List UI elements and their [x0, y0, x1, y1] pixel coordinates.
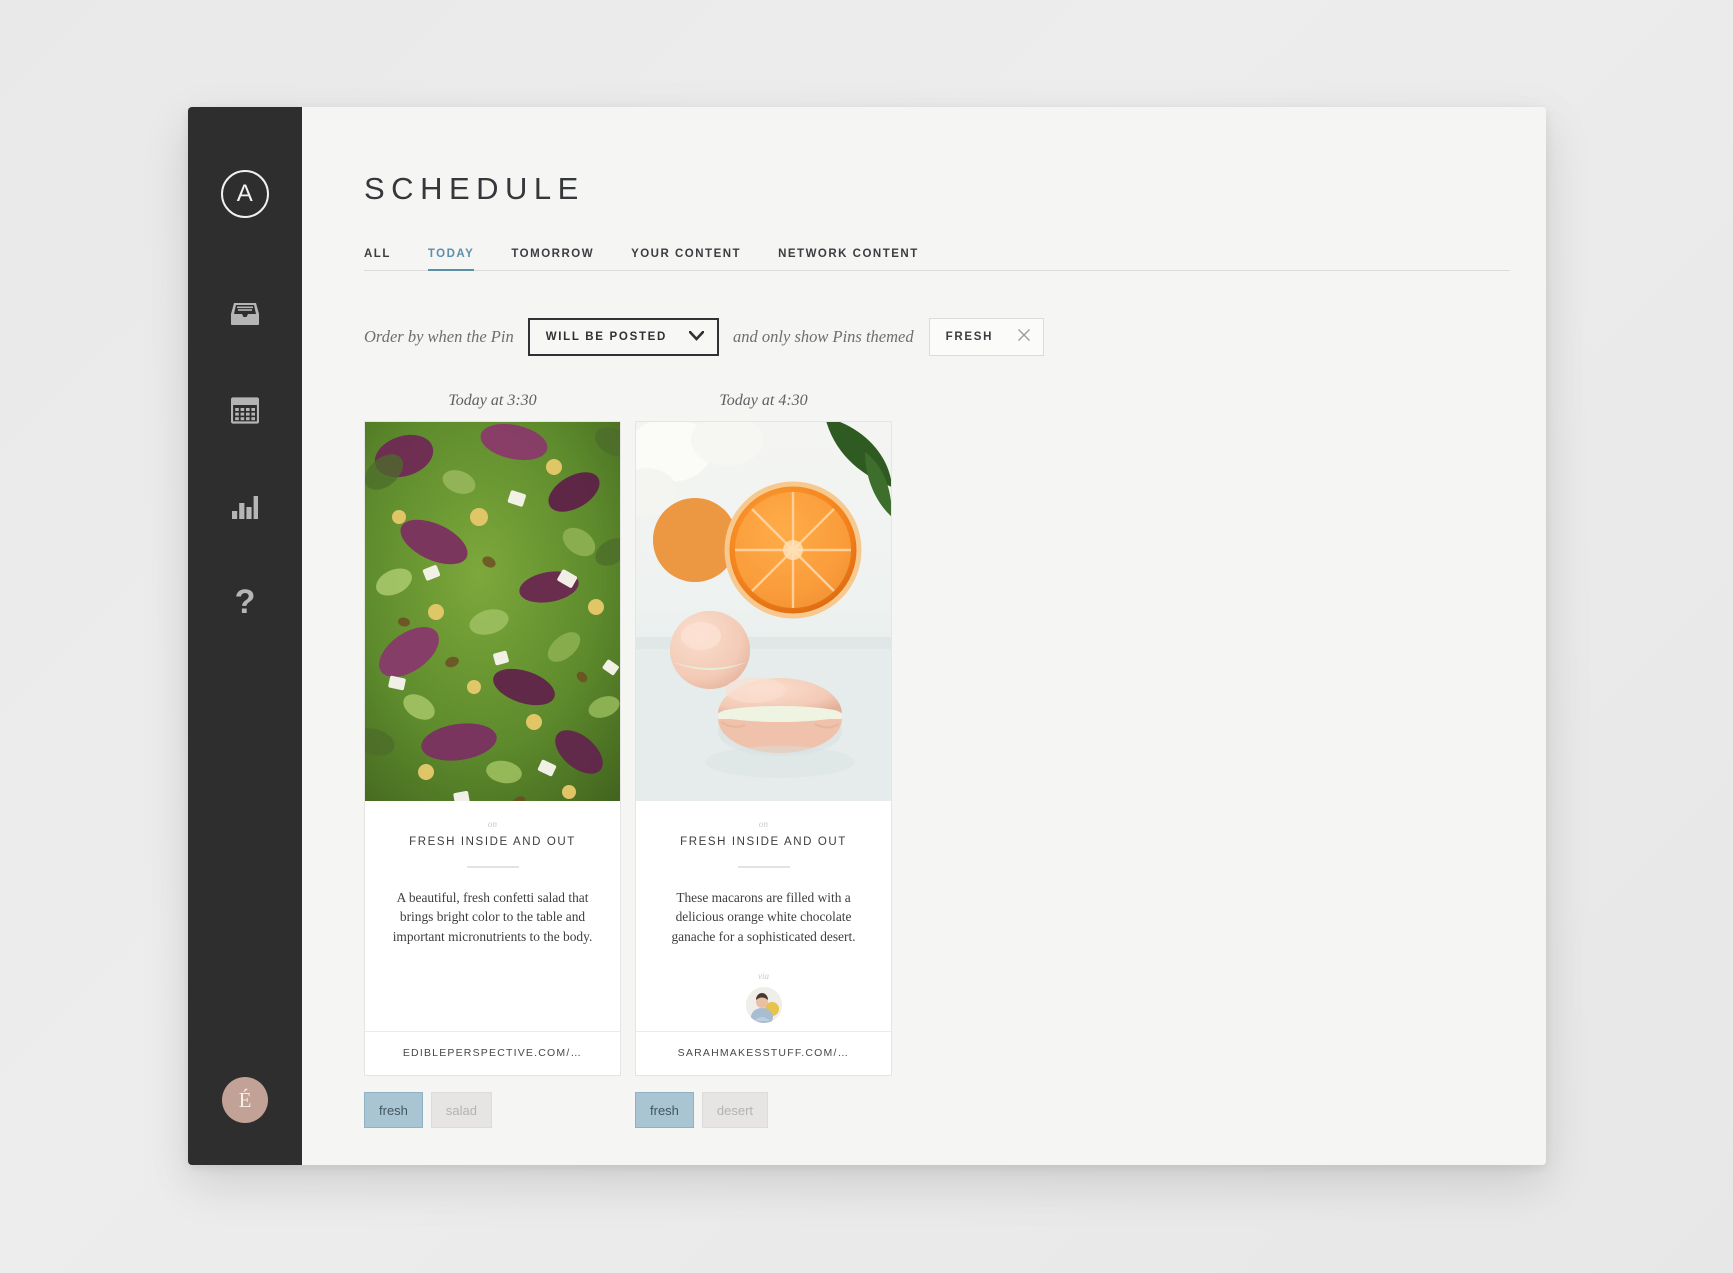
tag-fresh[interactable]: fresh	[635, 1092, 694, 1128]
tab-bar: ALL TODAY TOMORROW YOUR CONTENT NETWORK …	[364, 236, 1510, 271]
inbox-icon	[230, 301, 260, 327]
pin-description: These macarons are filled with a delicio…	[671, 890, 856, 944]
pin-card-body: on FRESH INSIDE AND OUT These macarons a…	[636, 801, 891, 1031]
divider	[737, 866, 790, 868]
tag-salad[interactable]: salad	[430, 1092, 492, 1128]
pin-image-macarons	[636, 422, 891, 801]
sidebar: A ? É	[188, 107, 302, 1165]
filter-middle-label: and only show Pins themed	[733, 327, 914, 346]
via-block: via	[745, 971, 782, 1031]
sidebar-nav: ?	[188, 266, 302, 650]
close-icon[interactable]	[1017, 328, 1031, 347]
sidebar-item-help[interactable]: ?	[188, 554, 302, 650]
chevron-down-icon	[688, 328, 705, 346]
order-by-select[interactable]: WILL BE POSTED	[527, 318, 720, 356]
pin-tag-row: fresh desert	[635, 1092, 892, 1128]
board-prefix-label: on	[487, 819, 498, 829]
schedule-card-column: Today at 3:30 on FRESH INSIDE AND OUT A …	[364, 392, 621, 1128]
user-avatar-initial: É	[238, 1087, 252, 1112]
tab-all[interactable]: ALL	[364, 248, 391, 270]
board-name[interactable]: FRESH INSIDE AND OUT	[409, 836, 576, 848]
sidebar-item-calendar[interactable]	[188, 362, 302, 458]
board-prefix-label: on	[758, 819, 769, 829]
pin-tag-row: fresh salad	[364, 1092, 621, 1128]
tag-fresh[interactable]: fresh	[364, 1092, 423, 1128]
page-title: SCHEDULE	[364, 171, 585, 206]
calendar-icon	[231, 396, 259, 424]
pin-card[interactable]: on FRESH INSIDE AND OUT These macarons a…	[635, 421, 892, 1076]
tag-desert[interactable]: desert	[701, 1092, 769, 1128]
tab-your-content[interactable]: YOUR CONTENT	[631, 248, 741, 270]
theme-filter-chip[interactable]: FRESH	[928, 318, 1045, 356]
sidebar-item-inbox[interactable]	[188, 266, 302, 362]
pin-source-url[interactable]: SARAHMAKESSTUFF.COM/…	[636, 1031, 891, 1075]
app-logo[interactable]: A	[221, 170, 269, 218]
app-logo-letter: A	[236, 180, 254, 207]
pin-card-body: on FRESH INSIDE AND OUT A beautiful, fre…	[365, 801, 620, 1031]
schedule-card-grid: Today at 3:30 on FRESH INSIDE AND OUT A …	[364, 392, 1510, 1128]
main-content: SCHEDULE ALL TODAY TOMORROW YOUR CONTENT…	[302, 107, 1546, 1165]
schedule-card-column: Today at 4:30 on FRESH INSIDE AND OUT Th…	[635, 392, 892, 1128]
via-label: via	[758, 971, 769, 981]
help-icon: ?	[234, 583, 256, 621]
order-by-select-value: WILL BE POSTED	[545, 331, 668, 343]
user-avatar[interactable]: É	[222, 1077, 268, 1123]
pin-card[interactable]: on FRESH INSIDE AND OUT A beautiful, fre…	[364, 421, 621, 1076]
tab-today[interactable]: TODAY	[427, 248, 475, 271]
card-time-label: Today at 4:30	[719, 392, 808, 409]
filter-prefix-label: Order by when the Pin	[364, 327, 514, 346]
filter-bar: Order by when the Pin WILL BE POSTED and…	[364, 318, 1510, 356]
pin-description: A beautiful, fresh confetti salad that b…	[392, 890, 593, 944]
card-time-label: Today at 3:30	[448, 392, 537, 409]
pin-source-url[interactable]: EDIBLEPERSPECTIVE.COM/…	[365, 1031, 620, 1075]
board-name[interactable]: FRESH INSIDE AND OUT	[680, 836, 847, 848]
divider	[466, 866, 519, 868]
avatar[interactable]	[745, 987, 782, 1023]
tab-tomorrow[interactable]: TOMORROW	[511, 248, 594, 270]
tab-network-content[interactable]: NETWORK CONTENT	[778, 248, 919, 270]
sidebar-item-analytics[interactable]	[188, 458, 302, 554]
pin-image-salad	[365, 422, 620, 801]
analytics-icon	[231, 493, 259, 520]
theme-filter-label: FRESH	[945, 331, 994, 343]
app-window: A ? É SCHEDULE ALL TODAY TOMORROW YOUR C…	[188, 107, 1546, 1165]
